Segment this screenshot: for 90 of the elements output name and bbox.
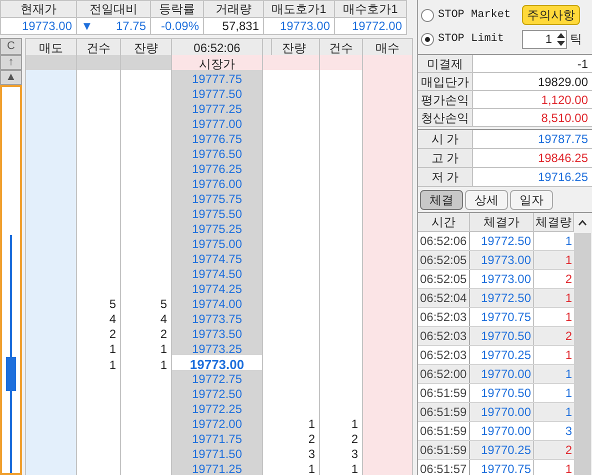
row-value: 19716.25: [473, 168, 592, 186]
radio-button[interactable]: [421, 32, 434, 46]
table-cell: 1: [269, 460, 320, 475]
scroll-up-icon[interactable]: [574, 213, 591, 233]
trade-quantity: 3: [564, 423, 573, 440]
price-cell: 19771.25: [172, 460, 263, 475]
row-label: 평가손익: [418, 91, 473, 108]
trade-quantity: 1: [564, 252, 573, 269]
row-value: 19829.00: [473, 73, 592, 90]
column-header: 매도호가1: [264, 1, 335, 18]
trade-price: 19773.00: [470, 270, 534, 288]
trade-time: 06:52:04: [418, 289, 470, 307]
trade-time: 06:52:03: [418, 308, 470, 326]
side-button[interactable]: ▲: [0, 70, 22, 85]
trade-time: 06:52:00: [418, 365, 470, 383]
column-header: 거래량: [204, 1, 264, 18]
trade-price: 19770.50: [470, 327, 534, 345]
trade-price: 19770.00: [470, 403, 534, 421]
trade-time: 06:52:05: [418, 251, 470, 269]
trade-quantity: 1: [564, 366, 573, 383]
tab[interactable]: 상세: [465, 190, 508, 210]
row-value: -1: [473, 55, 592, 72]
quote-value: 19773.00: [280, 18, 330, 35]
column-header: 매수호가1: [335, 1, 407, 18]
trade-price: 19773.00: [470, 251, 534, 269]
row-value: 19846.25: [473, 149, 592, 167]
quote-value: 19773.00: [22, 18, 72, 35]
trade-time: 06:52:05: [418, 270, 470, 288]
trade-quantity: 2: [564, 271, 573, 288]
trade-time: 06:51:59: [418, 403, 470, 421]
quote-value: -0.09%: [160, 18, 199, 35]
trade-price: 19772.50: [470, 289, 534, 307]
trade-price: 19770.00: [470, 422, 534, 440]
down-arrow: ▼: [81, 18, 93, 35]
radio-label[interactable]: STOP Limit: [438, 30, 518, 48]
tick-spinner[interactable]: 1: [522, 30, 567, 48]
trade-price: 19772.50: [470, 232, 534, 250]
trade-time: 06:52:03: [418, 327, 470, 345]
row-value: 1,120.00: [473, 91, 592, 108]
trade-quantity: 1: [564, 347, 573, 364]
row-label: 저 가: [418, 168, 473, 186]
trade-quantity: 1: [564, 290, 573, 307]
scrollbar[interactable]: [574, 213, 591, 475]
trade-quantity: 1: [564, 309, 573, 326]
candle-icon: [3, 235, 19, 473]
side-button[interactable]: C: [0, 38, 22, 55]
trade-price: 19770.50: [470, 384, 534, 402]
trade-quantity: 1: [564, 233, 573, 250]
trade-price: 19770.00: [470, 365, 534, 383]
trade-price: 19770.25: [470, 441, 534, 459]
column-header: 현재가: [1, 1, 77, 18]
spin-arrows-icon: [556, 30, 566, 48]
tab[interactable]: 체결: [420, 190, 463, 210]
column-header: 등락률: [151, 1, 204, 18]
trade-quantity: 2: [564, 442, 573, 459]
column-header: 전일대비: [77, 1, 151, 18]
row-label: 고 가: [418, 149, 473, 167]
trade-quantity: 1: [564, 461, 573, 475]
radio-button[interactable]: [421, 8, 434, 22]
notice-button[interactable]: 주의사항: [522, 5, 580, 25]
quote-value: 17.75: [116, 18, 146, 35]
trade-time: 06:51:59: [418, 441, 470, 459]
table-cell: [77, 460, 121, 475]
column-header: 체결가: [470, 213, 534, 231]
table-cell: 1: [320, 460, 363, 475]
row-value: 19787.75: [473, 130, 592, 148]
trade-time: 06:51:59: [418, 422, 470, 440]
row-label: 청산손익: [418, 109, 473, 126]
trade-time: 06:51:57: [418, 460, 470, 475]
trade-quantity: 1: [564, 385, 573, 402]
row-value: 8,510.00: [473, 109, 592, 126]
trade-time: 06:52:06: [418, 232, 470, 250]
table-cell: [121, 460, 172, 475]
trade-price: 19770.25: [470, 346, 534, 364]
row-label: 시 가: [418, 130, 473, 148]
trade-time: 06:52:03: [418, 346, 470, 364]
trade-time: 06:51:59: [418, 384, 470, 402]
tab[interactable]: 일자: [510, 190, 553, 210]
trade-price: 19770.75: [470, 460, 534, 475]
trade-price: 19770.75: [470, 308, 534, 326]
row-label: 매입단가: [418, 73, 473, 90]
trade-quantity: 1: [564, 404, 573, 421]
side-button[interactable]: ↑: [0, 55, 22, 70]
radio-label[interactable]: STOP Market: [438, 6, 518, 24]
row-label: 미결제: [418, 55, 473, 72]
column-header: 시간: [418, 213, 470, 231]
trade-quantity: 2: [564, 328, 573, 345]
quote-value: 19772.00: [352, 18, 402, 35]
quote-value: 57,831: [222, 18, 259, 35]
tick-unit: 틱: [570, 31, 582, 48]
